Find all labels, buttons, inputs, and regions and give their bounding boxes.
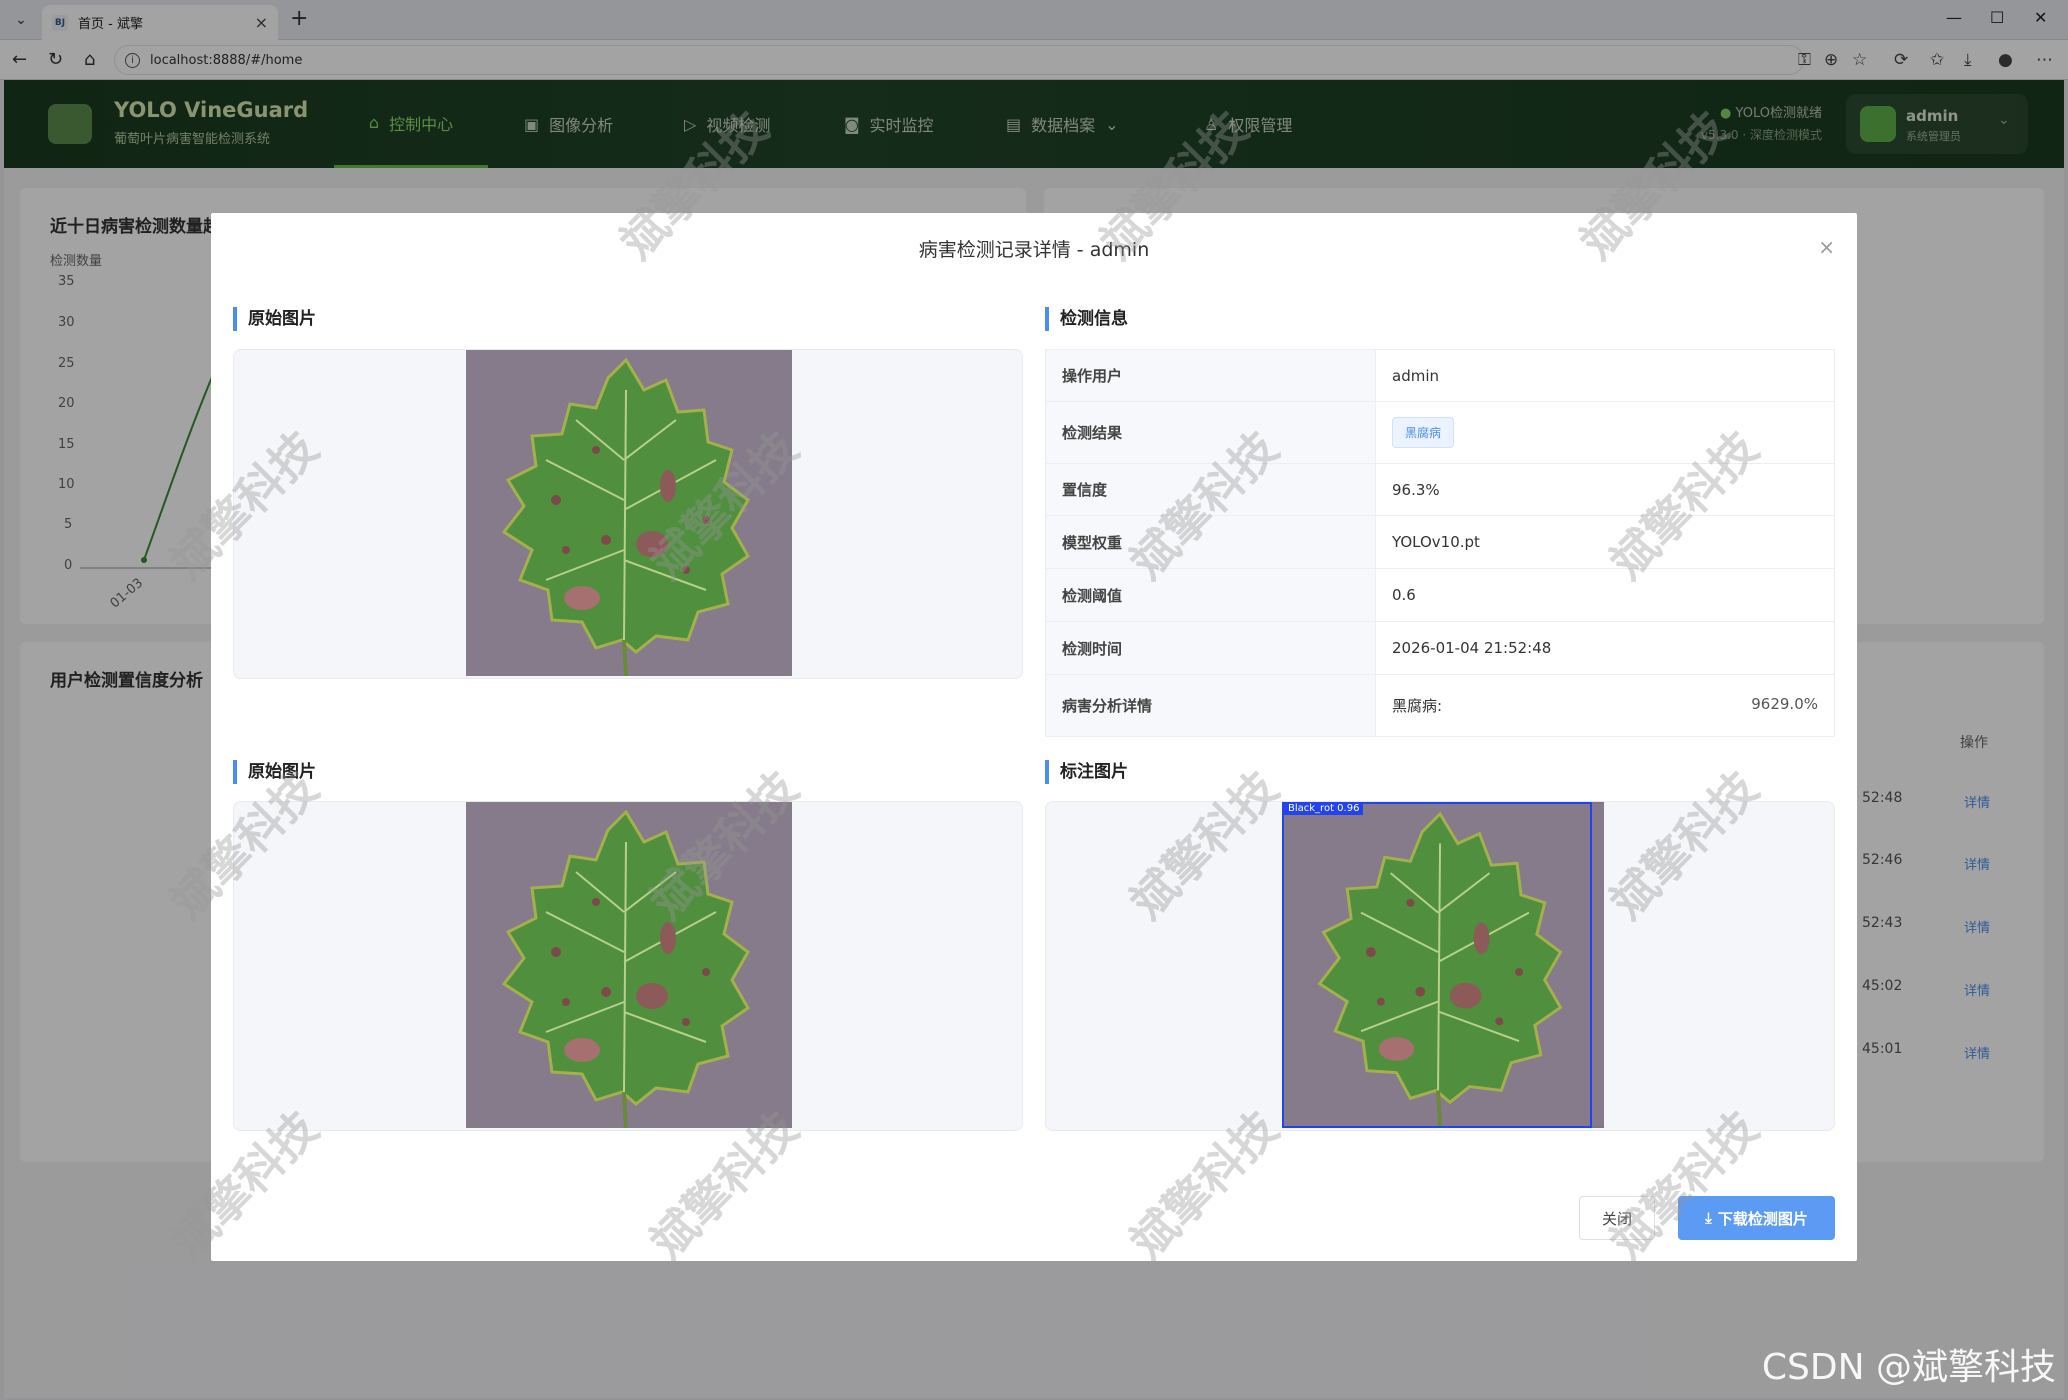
download-label: 下载检测图片 <box>1717 1209 1808 1228</box>
info-label: 操作用户 <box>1045 349 1376 402</box>
screen: ⌄ BJ 首页 - 斌擎 × + — ☐ ✕ ← ↻ ⌂ i localhost… <box>0 0 2068 1400</box>
bbox-label: Black_rot 0.96 <box>1284 802 1364 815</box>
original-image-box-2 <box>233 801 1023 1131</box>
info-value: 2026-01-04 21:52:48 <box>1375 621 1835 675</box>
close-icon[interactable]: × <box>1818 235 1835 259</box>
original-image-box <box>233 349 1023 679</box>
detection-bbox: Black_rot 0.96 <box>1282 802 1592 1128</box>
info-row: 病害分析详情 黑腐病: 9629.0% <box>1045 674 1835 737</box>
analysis-percent: 9629.0% <box>1751 695 1818 713</box>
annotated-leaf-image: Black_rot 0.96 <box>1282 802 1604 1128</box>
info-row: 操作用户 admin <box>1045 349 1835 402</box>
section-original-image: 原始图片 <box>233 307 316 331</box>
csdn-watermark: CSDN @斌擎科技 <box>1761 1347 2056 1388</box>
download-icon: ⤓ <box>1705 1209 1712 1227</box>
info-value: 96.3% <box>1375 463 1835 516</box>
info-label: 检测阈值 <box>1045 568 1376 622</box>
analysis-disease: 黑腐病: <box>1392 697 1443 715</box>
info-row: 检测时间 2026-01-04 21:52:48 <box>1045 621 1835 675</box>
detail-modal: 病害检测记录详情 - admin × 原始图片 检测信息 操作用户 admin … <box>211 213 1857 1261</box>
section-detection-info: 检测信息 <box>1045 307 1128 331</box>
info-value: 0.6 <box>1375 568 1835 622</box>
info-label: 检测时间 <box>1045 621 1376 675</box>
info-value: admin <box>1375 349 1835 402</box>
result-tag: 黑腐病 <box>1392 417 1455 448</box>
info-label: 病害分析详情 <box>1045 674 1376 737</box>
section-annotated-image: 标注图片 <box>1045 760 1128 784</box>
